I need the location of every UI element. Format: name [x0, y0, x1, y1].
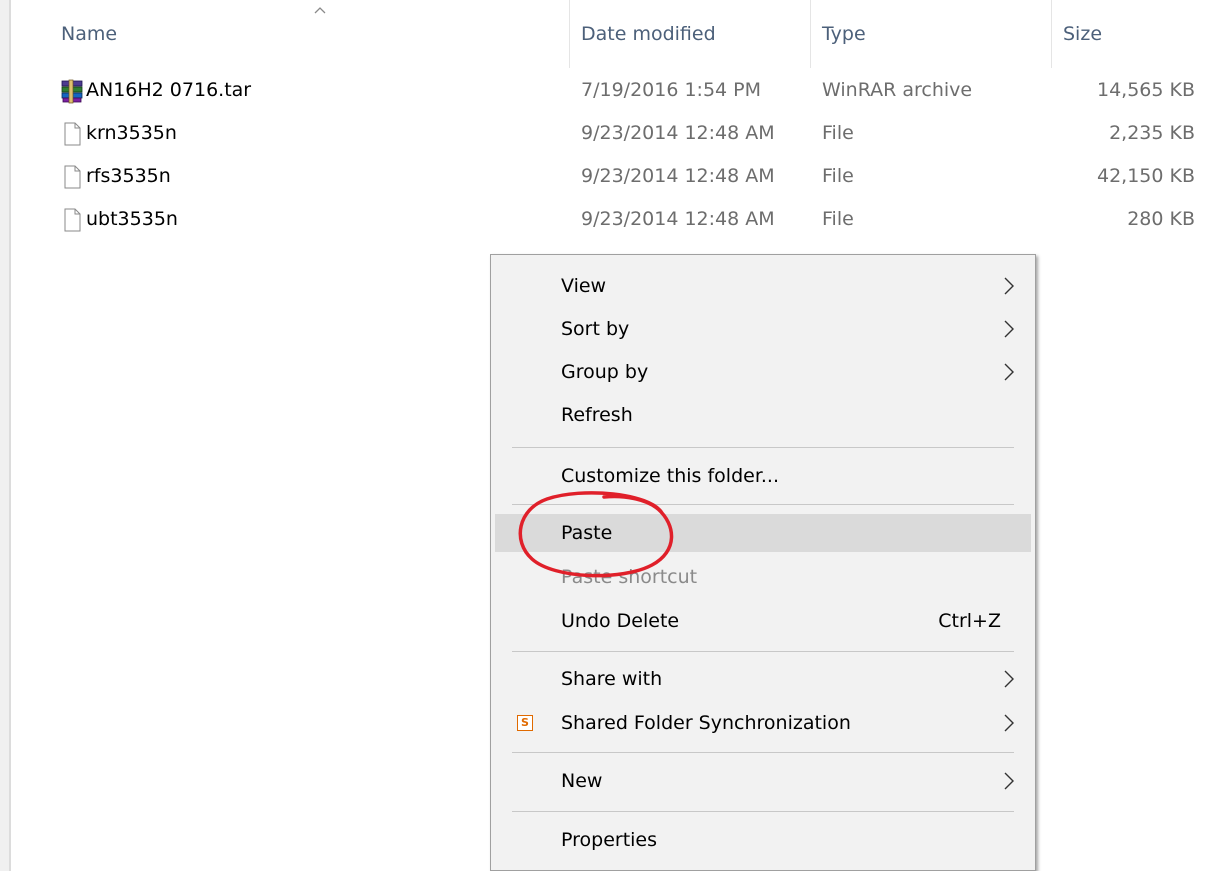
file-icon — [64, 165, 81, 189]
explorer-window: Name Date modified Type Size AN16H2 0716… — [0, 0, 1207, 871]
menu-item-properties[interactable]: Properties — [495, 821, 1031, 859]
menu-separator — [512, 447, 1014, 448]
file-date-modified: 7/19/2016 1:54 PM — [581, 79, 762, 101]
file-type: File — [822, 208, 854, 230]
column-header-size[interactable]: Size — [1063, 0, 1102, 68]
column-divider[interactable] — [569, 0, 570, 68]
column-divider[interactable] — [1051, 0, 1052, 68]
file-date-modified: 9/23/2014 12:48 AM — [581, 208, 775, 230]
file-size: 14,565 KB — [1096, 79, 1195, 101]
chevron-right-icon — [1004, 670, 1014, 688]
column-header-row: Name Date modified Type Size — [11, 0, 1207, 68]
file-size: 42,150 KB — [1096, 165, 1195, 187]
file-row[interactable]: rfs3535n 9/23/2014 12:48 AM File 42,150 … — [0, 158, 1207, 201]
file-type: WinRAR archive — [822, 79, 973, 101]
file-icon — [64, 122, 81, 146]
menu-item-shared-folder-sync[interactable]: S Shared Folder Synchronization — [495, 704, 1031, 742]
menu-item-group-by[interactable]: Group by — [495, 353, 1031, 391]
undo-delete-shortcut: Ctrl+Z — [938, 610, 1001, 632]
file-list: AN16H2 0716.tar 7/19/2016 1:54 PM WinRAR… — [0, 72, 1207, 244]
file-date-modified: 9/23/2014 12:48 AM — [581, 122, 775, 144]
file-row[interactable]: ubt3535n 9/23/2014 12:48 AM File 280 KB — [0, 201, 1207, 244]
file-size: 280 KB — [1127, 208, 1195, 230]
context-menu: View Sort by Group by Refresh Customize … — [490, 254, 1036, 871]
column-divider[interactable] — [810, 0, 811, 68]
sort-ascending-caret-icon — [314, 7, 326, 14]
file-type: File — [822, 122, 854, 144]
column-header-date-modified[interactable]: Date modified — [581, 0, 716, 68]
chevron-right-icon — [1004, 320, 1014, 338]
menu-item-sort-by[interactable]: Sort by — [495, 310, 1031, 348]
menu-separator — [512, 504, 1014, 505]
file-row[interactable]: krn3535n 9/23/2014 12:48 AM File 2,235 K… — [0, 115, 1207, 158]
menu-item-view[interactable]: View — [495, 267, 1031, 305]
chevron-right-icon — [1004, 277, 1014, 295]
menu-separator — [512, 651, 1014, 652]
chevron-right-icon — [1004, 714, 1014, 732]
column-header-name[interactable]: Name — [61, 0, 117, 68]
file-row[interactable]: AN16H2 0716.tar 7/19/2016 1:54 PM WinRAR… — [0, 72, 1207, 115]
winrar-archive-icon — [61, 79, 83, 104]
menu-item-paste-shortcut: Paste shortcut — [561, 566, 698, 588]
shared-folder-sync-icon: S — [517, 715, 533, 731]
chevron-right-icon — [1004, 772, 1014, 790]
menu-item-new[interactable]: New — [495, 762, 1031, 800]
file-type: File — [822, 165, 854, 187]
file-size: 2,235 KB — [1109, 122, 1195, 144]
menu-item-paste[interactable]: Paste — [495, 514, 1031, 552]
menu-item-refresh[interactable]: Refresh — [495, 396, 1031, 434]
menu-separator — [512, 811, 1014, 812]
file-name: rfs3535n — [86, 165, 171, 187]
file-name: krn3535n — [86, 122, 177, 144]
menu-item-undo-delete[interactable]: Undo Delete Ctrl+Z — [495, 602, 1031, 640]
menu-item-customize-folder[interactable]: Customize this folder... — [495, 457, 1031, 495]
menu-separator — [512, 752, 1014, 753]
file-name: AN16H2 0716.tar — [86, 79, 252, 101]
menu-item-share-with[interactable]: Share with — [495, 660, 1031, 698]
file-icon — [64, 208, 81, 232]
chevron-right-icon — [1004, 363, 1014, 381]
file-name: ubt3535n — [86, 208, 178, 230]
file-date-modified: 9/23/2014 12:48 AM — [581, 165, 775, 187]
column-header-type[interactable]: Type — [822, 0, 866, 68]
